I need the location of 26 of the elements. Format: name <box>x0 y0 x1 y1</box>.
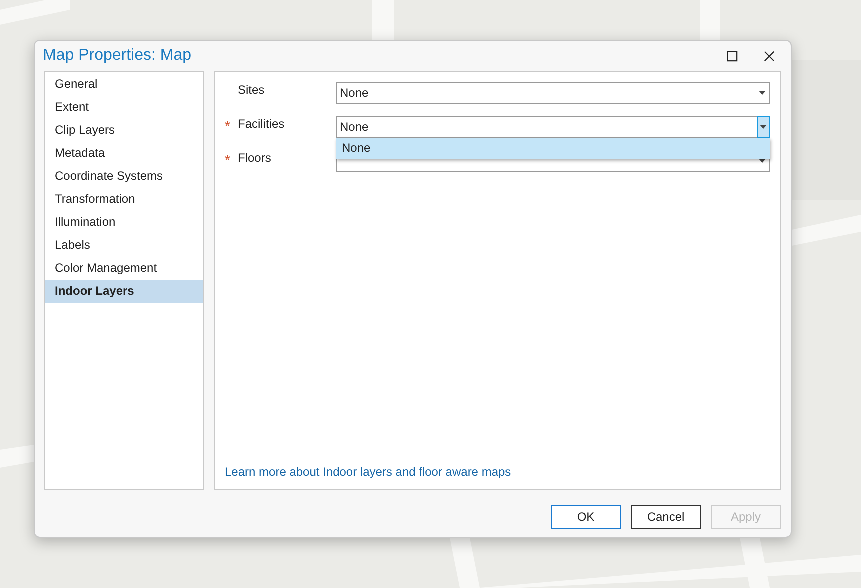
field-label: Floors <box>238 150 272 166</box>
sidebar-item[interactable]: Transformation <box>45 188 203 211</box>
window-title: Map Properties: Map <box>43 47 192 65</box>
caret-icon[interactable] <box>760 125 767 129</box>
maximize-icon[interactable] <box>727 50 738 62</box>
close-icon[interactable] <box>764 50 775 62</box>
required-mark: * <box>225 118 230 134</box>
dialog-button[interactable]: Cancel <box>631 505 701 529</box>
help-link[interactable]: Learn more about Indoor layers and floor aware maps <box>225 465 512 479</box>
field-label: Sites <box>238 82 266 98</box>
sidebar-item[interactable]: Coordinate Systems <box>45 165 203 188</box>
dropdown-field[interactable]: None <box>336 116 770 138</box>
dropdown-option[interactable]: None <box>336 138 770 159</box>
sidebar-item[interactable]: Metadata <box>45 142 203 165</box>
required-mark: * <box>225 152 230 168</box>
dialog-button[interactable]: OK <box>551 505 621 529</box>
sidebar-item[interactable]: Indoor Layers <box>45 280 203 303</box>
field-label: Facilities <box>238 116 286 132</box>
dropdown-field[interactable]: None <box>336 82 770 104</box>
sidebar-item[interactable]: Clip Layers <box>45 119 203 142</box>
sidebar-item[interactable]: Labels <box>45 234 203 257</box>
sidebar-item[interactable]: Color Management <box>45 257 203 280</box>
caret-icon[interactable] <box>759 91 766 95</box>
sidebar-item[interactable]: Illumination <box>45 211 203 234</box>
sidebar-item[interactable]: General <box>45 73 203 96</box>
sidebar-item[interactable]: Extent <box>45 96 203 119</box>
